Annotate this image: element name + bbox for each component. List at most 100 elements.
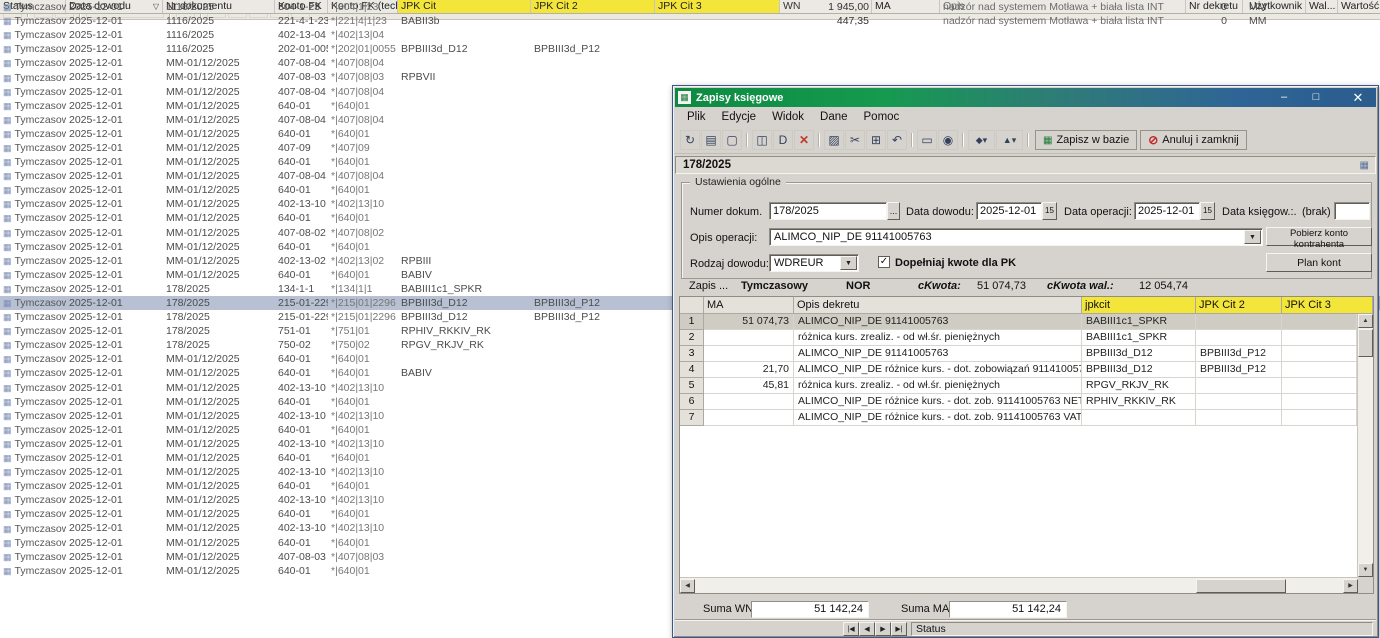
jpk-cit-3-cell	[1282, 410, 1357, 426]
copy-icon[interactable]: ⊞	[866, 130, 886, 150]
jpk-cit-cell	[398, 409, 531, 423]
data-dowodu-cell: 2025-12-01	[66, 352, 163, 366]
data-dowodu-calendar-button[interactable]: 15	[1042, 202, 1057, 220]
next-record-button[interactable]: ▶	[875, 622, 891, 636]
minimize-button[interactable]: –	[1276, 90, 1292, 105]
nr-dokumentu-cell: MM-01/12/2025	[163, 395, 275, 409]
status-cell: Tymczasowy	[0, 310, 66, 324]
scroll-right-icon[interactable]: ▶	[1343, 579, 1358, 593]
numer-dots-button[interactable]: ...	[887, 202, 900, 220]
konto-fk-techn-cell: *|402|13|02	[328, 254, 398, 268]
chevron-down-icon[interactable]: ▼	[1244, 230, 1261, 244]
data-operacji-calendar-button[interactable]: 15	[1200, 202, 1215, 220]
scroll-up-icon[interactable]: ▲	[1358, 314, 1373, 328]
jpkcit-cell: RPGV_RKJV_RK	[1082, 378, 1196, 394]
close-button[interactable]: ✕	[1350, 90, 1366, 105]
decree-icon[interactable]: D	[773, 130, 793, 150]
table-row[interactable]: Tymczasowy 2025-12-01 MM-01/12/2025 407-…	[0, 56, 1380, 70]
grid-row[interactable]: 3 ALIMCO_NIP_DE 91141005763 BPBIII3d_D12…	[680, 346, 1373, 362]
jpk-cit-2-cell	[531, 141, 655, 155]
maximize-button[interactable]: □	[1308, 90, 1324, 105]
grid-row[interactable]: 4 21,70 ALIMCO_NIP_DE różnice kurs. - do…	[680, 362, 1373, 378]
jpk-cit-2-cell	[531, 14, 655, 28]
data-dowodu-cell: 2025-12-01	[66, 113, 163, 127]
horizontal-scrollbar-thumb[interactable]	[1196, 579, 1286, 593]
col-jpk-cit-2[interactable]: JPK Cit 2	[1196, 297, 1282, 314]
opis-operacji-combobox[interactable]: ALIMCO_NIP_DE 91141005763 ▼	[769, 228, 1263, 246]
zapisz-w-bazie-button[interactable]: ▦ Zapisz w bazie	[1035, 130, 1137, 150]
refresh-icon[interactable]: ↻	[680, 130, 700, 150]
dekret-icon	[3, 395, 12, 409]
konto-fk-techn-cell: *|751|01	[328, 324, 398, 338]
paste-icon[interactable]: ▨	[824, 130, 844, 150]
rodzaj-dowodu-combobox[interactable]: WDREUR ▼	[769, 254, 859, 272]
grid-small-icon: ▦	[1360, 160, 1375, 171]
col-ma[interactable]: MA	[704, 297, 794, 314]
form-icon[interactable]: ◫	[752, 130, 772, 150]
grid-row[interactable]: 2 różnica kurs. zrealiz. - od wł.śr. pie…	[680, 330, 1373, 346]
data-operacji-input[interactable]	[1134, 202, 1200, 220]
register-icon[interactable]: ▤	[701, 130, 721, 150]
preview-icon[interactable]: ◉	[938, 130, 958, 150]
dialog-statusbar: |◀ ◀ ▶ ▶| Status	[675, 620, 1376, 637]
chevron-down-icon[interactable]: ▼	[840, 256, 857, 270]
table-row[interactable]: Tymczasowy 2025-12-01 1116/2025 202-01-0…	[0, 42, 1380, 56]
status-cell: Tymczasowy	[0, 521, 66, 535]
dialog-titlebar[interactable]: ▦ Zapisy księgowe – □ ✕	[675, 88, 1376, 107]
undo-icon[interactable]: ↶	[887, 130, 907, 150]
nr-dekretu-cell	[1186, 42, 1243, 56]
prev-record-button[interactable]: ◀	[859, 622, 875, 636]
status-cell: Tymczasowy	[0, 268, 66, 282]
plan-kont-button[interactable]: Plan kont	[1266, 253, 1372, 272]
nr-dokumentu-cell: MM-01/12/2025	[163, 197, 275, 211]
menu-edycje[interactable]: Edycje	[714, 111, 765, 123]
nr-dokumentu-cell: MM-01/12/2025	[163, 352, 275, 366]
konto-fk-techn-cell: *|640|01	[328, 155, 398, 169]
scroll-left-icon[interactable]: ◀	[680, 579, 695, 593]
menu-widok[interactable]: Widok	[764, 111, 812, 123]
menu-dane[interactable]: Dane	[812, 111, 856, 123]
menu-plik[interactable]: Plik	[679, 111, 714, 123]
nr-dokumentu-cell: 178/2025	[163, 296, 275, 310]
scroll-down-icon[interactable]: ▼	[1358, 563, 1373, 577]
grid-row[interactable]: 1 51 074,73 ALIMCO_NIP_DE 91141005763 BA…	[680, 314, 1373, 330]
print-icon[interactable]: ▭	[917, 130, 937, 150]
table-row[interactable]: Tymczasowy 2025-12-01 MM-01/12/2025 407-…	[0, 70, 1380, 84]
cut-icon[interactable]: ✂	[845, 130, 865, 150]
document-icon[interactable]: ▢	[722, 130, 742, 150]
data-dowodu-cell: 2025-12-01	[66, 395, 163, 409]
table-row[interactable]: Tymczasowy 2025-12-01 1116/2025 402-13-0…	[0, 28, 1380, 42]
menu-pomoc[interactable]: Pomoc	[856, 111, 908, 123]
last-record-button[interactable]: ▶|	[891, 622, 907, 636]
col-jpkcit[interactable]: jpkcit	[1082, 297, 1196, 314]
vertical-scrollbar[interactable]: ▲ ▼	[1357, 314, 1373, 577]
status-cell: Tymczasowy	[0, 113, 66, 127]
col-opis-dekretu[interactable]: Opis dekretu	[794, 297, 1082, 314]
jpk-cit-2-cell	[531, 366, 655, 380]
nr-dokumentu-cell: MM-01/12/2025	[163, 240, 275, 254]
data-ksiegow-input[interactable]	[1334, 202, 1370, 220]
table-row[interactable]: Tymczasowy 2025-12-01 1116/2025 304-1-23…	[0, 0, 1380, 14]
first-record-button[interactable]: |◀	[843, 622, 859, 636]
grid-row[interactable]: 5 45,81 różnica kurs. zrealiz. - od wł.ś…	[680, 378, 1373, 394]
anuluj-i-zamknij-button[interactable]: ⊘ Anuluj i zamknij	[1140, 130, 1246, 150]
goto-up-icon[interactable]: ▲▾	[996, 130, 1023, 150]
numer-dokum-input[interactable]	[769, 202, 887, 220]
grid-row[interactable]: 6 ALIMCO_NIP_DE różnice kurs. - dot. zob…	[680, 394, 1373, 410]
col-row-number[interactable]	[680, 297, 704, 314]
pobierz-konto-kontrahenta-button[interactable]: Pobierz konto kontrahenta	[1266, 227, 1372, 246]
data-dowodu-input[interactable]	[976, 202, 1042, 220]
nr-dokumentu-cell: MM-01/12/2025	[163, 183, 275, 197]
horizontal-scrollbar[interactable]: ◀ ▶	[680, 577, 1358, 593]
grid-row[interactable]: 7 ALIMCO_NIP_DE różnice kurs. - dot. zob…	[680, 410, 1373, 426]
table-row[interactable]: Tymczasowy 2025-12-01 1116/2025 221-4-1-…	[0, 14, 1380, 28]
jpk-cit-3-cell	[1282, 394, 1357, 410]
dekret-icon	[3, 366, 12, 380]
wartosc-cell	[1338, 42, 1380, 56]
dopelniaj-checkbox[interactable]: ✓	[878, 256, 890, 268]
vertical-scrollbar-thumb[interactable]	[1358, 329, 1373, 357]
jpk-cit-2-cell	[531, 268, 655, 282]
goto-down-icon[interactable]: ◆▾	[968, 130, 995, 150]
delete-icon[interactable]: ✕	[794, 130, 814, 150]
col-jpk-cit-3[interactable]: JPK Cit 3	[1282, 297, 1373, 314]
